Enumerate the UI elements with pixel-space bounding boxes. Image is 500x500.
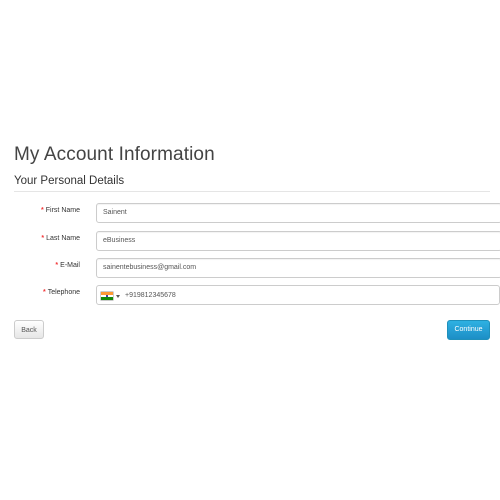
- telephone-row: * Telephone: [14, 285, 500, 305]
- required-marker: *: [41, 207, 44, 214]
- last-name-input[interactable]: [96, 231, 500, 251]
- required-marker: *: [42, 289, 46, 296]
- country-code-dropdown[interactable]: [101, 291, 120, 301]
- back-button[interactable]: Back: [14, 320, 44, 339]
- telephone-label-text: Telephone: [47, 289, 80, 296]
- required-marker: *: [41, 235, 45, 242]
- email-row: * E-Mail: [14, 258, 500, 278]
- email-label: * E-Mail: [14, 262, 80, 269]
- email-input[interactable]: [96, 258, 500, 278]
- caret-down-icon: [116, 294, 120, 298]
- email-label-text: E-Mail: [60, 262, 80, 269]
- telephone-input[interactable]: [125, 287, 485, 303]
- telephone-label: * Telephone: [14, 289, 80, 296]
- last-name-label: * Last Name: [14, 235, 80, 242]
- india-flag-icon: [101, 292, 113, 301]
- telephone-field: [96, 285, 500, 305]
- first-name-row: * First Name: [14, 203, 500, 223]
- continue-button[interactable]: Continue: [447, 320, 490, 340]
- required-marker: *: [55, 262, 59, 269]
- section-legend: Your Personal Details: [14, 175, 490, 192]
- account-page: My Account Information Your Personal Det…: [0, 0, 500, 500]
- last-name-row: * Last Name: [14, 231, 500, 251]
- last-name-label-text: Last Name: [46, 235, 80, 242]
- first-name-input[interactable]: [96, 203, 500, 223]
- first-name-label-text: First Name: [45, 207, 80, 214]
- first-name-label: * First Name: [14, 207, 80, 214]
- page-title: My Account Information: [14, 144, 215, 165]
